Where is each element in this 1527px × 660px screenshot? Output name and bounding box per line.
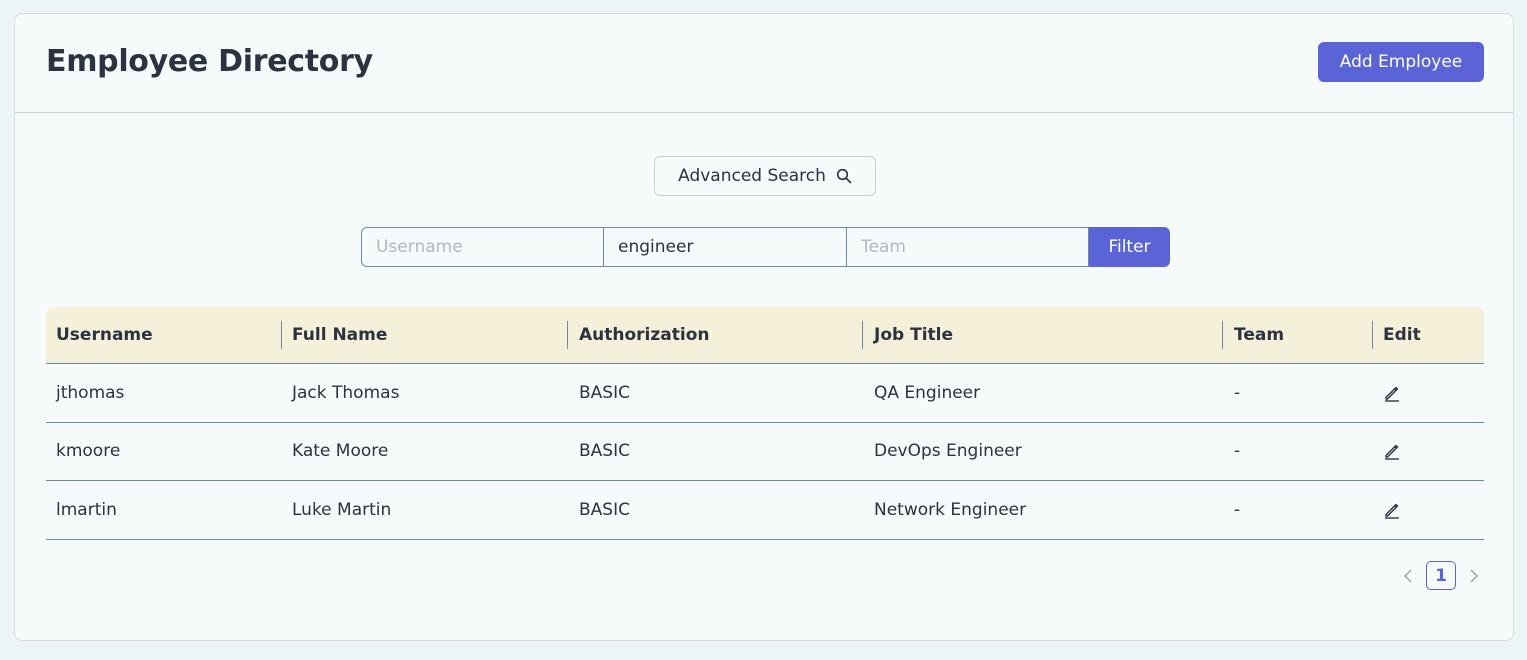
pencil-icon[interactable] bbox=[1383, 442, 1401, 460]
page-button-current[interactable]: 1 bbox=[1426, 561, 1456, 590]
search-icon bbox=[836, 168, 852, 184]
pagination: 1 bbox=[1400, 561, 1482, 590]
username-filter-input[interactable] bbox=[361, 227, 604, 267]
column-header-username[interactable]: Username bbox=[56, 307, 153, 363]
job-title-filter-input[interactable] bbox=[604, 227, 847, 267]
filter-bar: Filter bbox=[361, 227, 1170, 267]
column-divider[interactable] bbox=[862, 321, 863, 349]
cell-job-title: DevOps Engineer bbox=[874, 441, 1022, 462]
column-header-job-title[interactable]: Job Title bbox=[874, 307, 953, 363]
cell-team: - bbox=[1234, 382, 1241, 403]
edit-button[interactable] bbox=[1383, 364, 1401, 422]
column-divider[interactable] bbox=[1222, 321, 1223, 349]
cell-full-name: Jack Thomas bbox=[292, 382, 400, 403]
advanced-search-button[interactable]: Advanced Search bbox=[654, 156, 876, 196]
edit-button[interactable] bbox=[1383, 423, 1401, 481]
add-employee-button[interactable]: Add Employee bbox=[1318, 42, 1484, 82]
edit-button[interactable] bbox=[1383, 481, 1401, 539]
pencil-icon[interactable] bbox=[1383, 384, 1401, 402]
page-title: Employee Directory bbox=[46, 44, 373, 79]
team-filter-input[interactable] bbox=[847, 227, 1089, 267]
cell-job-title: QA Engineer bbox=[874, 382, 981, 403]
filter-button[interactable]: Filter bbox=[1089, 227, 1170, 267]
cell-username: jthomas bbox=[56, 382, 125, 403]
chevron-right-icon[interactable] bbox=[1466, 566, 1482, 586]
cell-username: kmoore bbox=[56, 441, 121, 462]
column-header-authorization[interactable]: Authorization bbox=[579, 307, 709, 363]
cell-authorization: BASIC bbox=[579, 441, 630, 462]
cell-full-name: Kate Moore bbox=[292, 441, 389, 462]
cell-full-name: Luke Martin bbox=[292, 499, 392, 520]
cell-job-title: Network Engineer bbox=[874, 499, 1027, 520]
column-header-full-name[interactable]: Full Name bbox=[292, 307, 387, 363]
table-header: Username Full Name Authorization Job Tit… bbox=[46, 307, 1484, 364]
cell-team: - bbox=[1234, 441, 1241, 462]
advanced-search-label: Advanced Search bbox=[678, 166, 826, 186]
column-divider[interactable] bbox=[1372, 321, 1373, 349]
pencil-icon[interactable] bbox=[1383, 501, 1401, 519]
column-divider[interactable] bbox=[567, 321, 568, 349]
chevron-left-icon[interactable] bbox=[1400, 566, 1416, 586]
table-row: jthomas Jack Thomas BASIC QA Engineer - bbox=[46, 364, 1484, 423]
card-header: Employee Directory Add Employee bbox=[15, 14, 1513, 113]
cell-authorization: BASIC bbox=[579, 499, 630, 520]
directory-card: Employee Directory Add Employee Advanced… bbox=[14, 13, 1514, 641]
cell-authorization: BASIC bbox=[579, 382, 630, 403]
column-divider[interactable] bbox=[281, 321, 282, 349]
table-row: kmoore Kate Moore BASIC DevOps Engineer … bbox=[46, 423, 1484, 481]
column-header-team[interactable]: Team bbox=[1234, 307, 1284, 363]
table-row: lmartin Luke Martin BASIC Network Engine… bbox=[46, 481, 1484, 540]
employee-table: Username Full Name Authorization Job Tit… bbox=[46, 307, 1484, 540]
column-header-edit: Edit bbox=[1383, 325, 1421, 345]
cell-username: lmartin bbox=[56, 499, 117, 520]
cell-team: - bbox=[1234, 499, 1241, 520]
